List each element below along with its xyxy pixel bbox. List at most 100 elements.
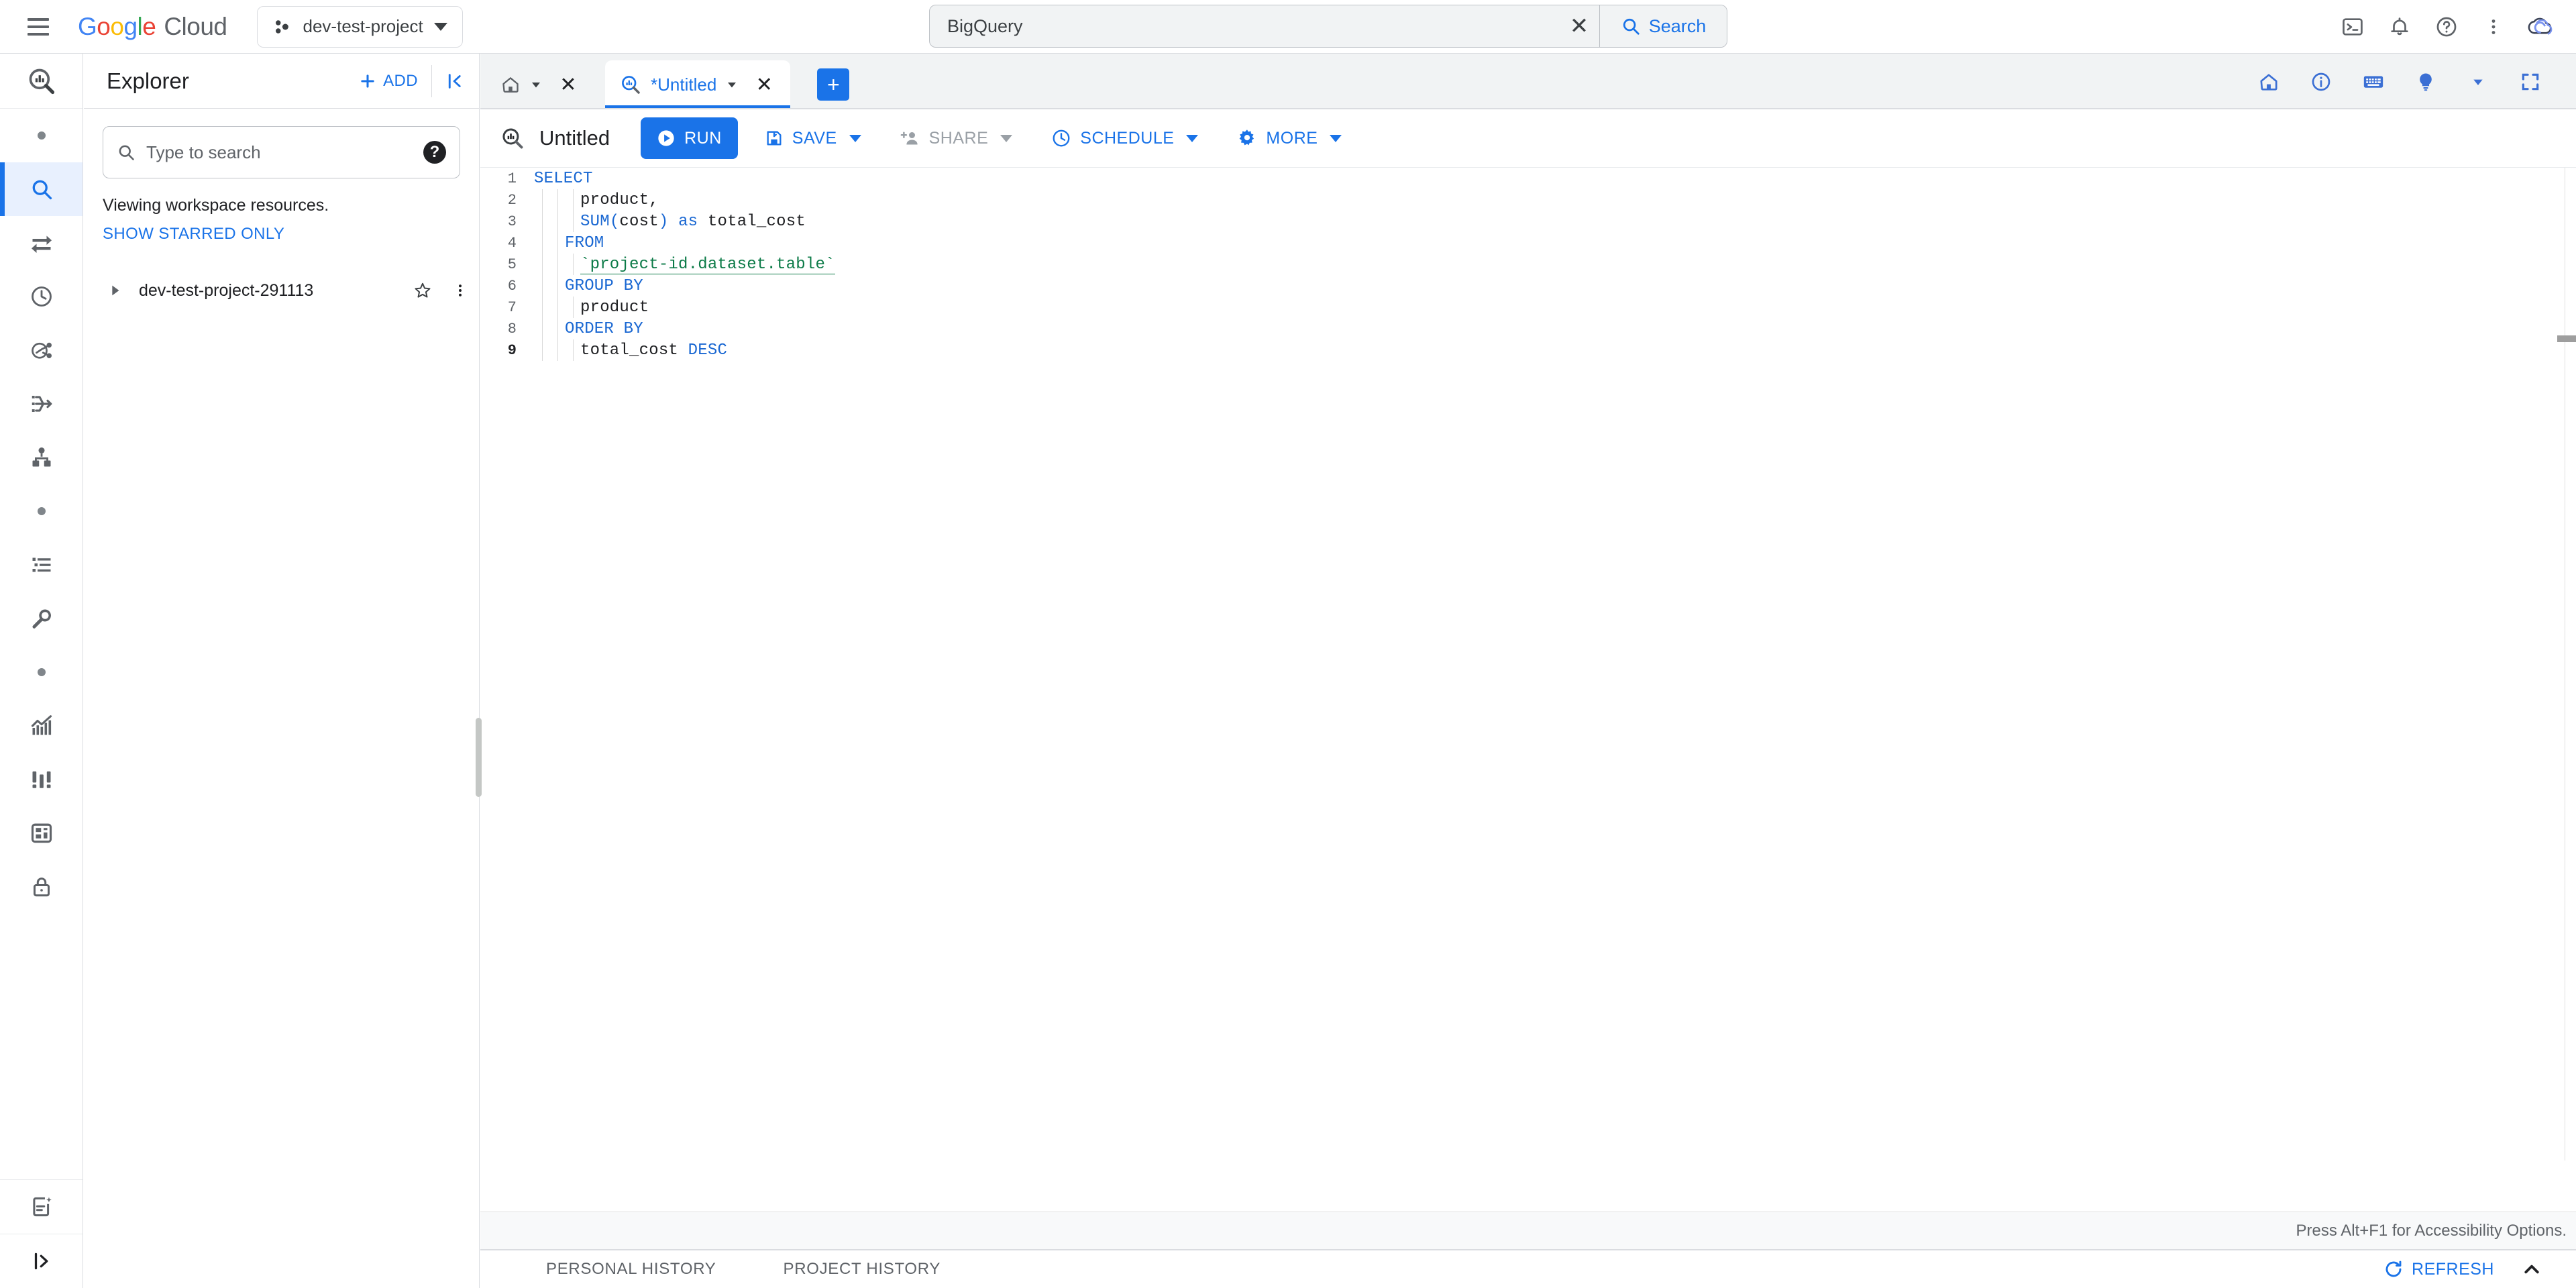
main-workspace: ✕ *Untitled ✕ + Untitled RUN SAVE SHARE … xyxy=(480,54,2576,1288)
plus-icon xyxy=(358,72,377,91)
close-icon[interactable]: ✕ xyxy=(747,68,781,101)
new-tab-button[interactable]: + xyxy=(817,68,850,101)
indent-guide-line xyxy=(557,232,558,254)
rail-item-analytics-hub[interactable] xyxy=(0,323,83,377)
google-cloud-logo[interactable]: Google Cloud xyxy=(78,13,227,41)
collapse-panel-icon[interactable] xyxy=(432,58,479,105)
close-icon[interactable]: ✕ xyxy=(551,68,585,101)
indent-guides xyxy=(527,318,558,339)
indent-guide-line xyxy=(573,297,574,318)
indent-space xyxy=(543,318,557,339)
rail-item-jobs[interactable] xyxy=(0,538,83,592)
code-line[interactable]: 4 FROM xyxy=(480,232,2565,254)
tab-personal-history[interactable]: PERSONAL HISTORY xyxy=(546,1260,716,1279)
explorer-search: ? xyxy=(103,126,460,178)
line-number: 7 xyxy=(507,299,517,316)
gear-icon xyxy=(1237,128,1257,148)
panel-resize-handle[interactable] xyxy=(476,718,482,797)
hamburger-menu-icon[interactable] xyxy=(19,7,58,46)
help-circle-icon[interactable] xyxy=(2426,6,2467,48)
star-outline-icon[interactable] xyxy=(404,272,441,309)
chevron-right-icon[interactable] xyxy=(96,272,133,309)
rail-item-admin[interactable] xyxy=(0,592,83,645)
more-button[interactable]: MORE xyxy=(1225,117,1354,159)
sql-code-editor[interactable]: 1 SELECT 2 product, 3 SUM(cost) as total_cost… xyxy=(480,167,2576,1249)
code-token: `project-id.dataset.table` xyxy=(580,255,835,274)
indent-guide-line xyxy=(573,189,574,211)
indent-space xyxy=(558,297,573,318)
home-icon xyxy=(500,74,521,95)
rail-item-dataform[interactable] xyxy=(0,431,83,484)
home-tab[interactable]: ✕ xyxy=(488,60,594,109)
tab-project-history[interactable]: PROJECT HISTORY xyxy=(784,1260,941,1279)
caret-down-icon[interactable] xyxy=(726,78,738,91)
search-icon xyxy=(1621,16,1641,36)
caret-down-icon[interactable] xyxy=(530,78,542,91)
explorer-header: Explorer ADD xyxy=(84,54,479,109)
rail-item-bi-engine[interactable] xyxy=(0,806,83,860)
line-number: 5 xyxy=(507,256,517,273)
code-line[interactable]: 8 ORDER BY xyxy=(480,318,2565,339)
search-button[interactable]: Search xyxy=(1599,5,1727,47)
save-button[interactable]: SAVE xyxy=(753,117,873,159)
bigquery-studio-icon[interactable] xyxy=(0,54,83,109)
lightbulb-caret-icon[interactable] xyxy=(2459,63,2497,101)
code-line[interactable]: 3 SUM(cost) as total_cost xyxy=(480,211,2565,232)
code-line[interactable]: 6 GROUP BY xyxy=(480,275,2565,297)
indent-guide-line xyxy=(573,211,574,232)
show-starred-only-button[interactable]: SHOW STARRED ONLY xyxy=(103,225,479,244)
code-text: total_cost DESC xyxy=(580,341,727,360)
help-filled-icon[interactable]: ? xyxy=(423,141,446,164)
rail-item-expand[interactable] xyxy=(0,1234,83,1288)
code-line[interactable]: 9 total_cost DESC xyxy=(480,339,2565,361)
rail-item-policy-tags[interactable] xyxy=(0,860,83,914)
rail-item-release-notes[interactable] xyxy=(0,1180,83,1234)
indent-space xyxy=(558,211,573,232)
rail-item-scheduled-queries[interactable] xyxy=(0,270,83,323)
code-lines-container[interactable]: 1 SELECT 2 product, 3 SUM(cost) as total_cost… xyxy=(480,168,2565,1161)
search-input[interactable] xyxy=(930,5,1559,47)
editor-scrollbar-thumb[interactable] xyxy=(2557,335,2576,342)
cloud-shell-icon[interactable] xyxy=(2332,6,2373,48)
explorer-search-input[interactable] xyxy=(146,142,413,163)
add-button[interactable]: ADD xyxy=(358,72,431,91)
refresh-icon xyxy=(2383,1259,2404,1279)
dot-glyph xyxy=(37,131,46,140)
more-vert-icon[interactable] xyxy=(2473,6,2514,48)
schedule-button[interactable]: SCHEDULE xyxy=(1039,117,1210,159)
notifications-bell-icon[interactable] xyxy=(2379,6,2420,48)
tree-item-project[interactable]: dev-test-project-291113 xyxy=(84,272,479,309)
rail-item-explorer[interactable] xyxy=(0,162,83,216)
clock-icon xyxy=(1051,128,1071,148)
bigquery-query-icon xyxy=(620,74,641,95)
code-line[interactable]: 1 SELECT xyxy=(480,168,2565,189)
code-token: total_cost xyxy=(580,341,688,360)
code-token: total_cost xyxy=(698,212,806,231)
share-button[interactable]: SHARE xyxy=(888,117,1025,159)
refresh-button[interactable]: REFRESH xyxy=(2383,1259,2494,1279)
clear-search-icon[interactable]: ✕ xyxy=(1559,5,1599,47)
query-tab[interactable]: *Untitled ✕ xyxy=(605,60,791,109)
info-circle-icon[interactable] xyxy=(2302,63,2340,101)
run-button[interactable]: RUN xyxy=(641,117,738,159)
rail-item-data-transfers[interactable] xyxy=(0,216,83,270)
rail-item-capacity[interactable] xyxy=(0,753,83,806)
code-line[interactable]: 5 `project-id.dataset.table` xyxy=(480,254,2565,275)
lightbulb-icon[interactable] xyxy=(2407,63,2445,101)
indent-space xyxy=(527,189,542,211)
line-number: 6 xyxy=(507,277,517,294)
account-avatar-icon[interactable] xyxy=(2520,6,2561,48)
more-button-label: MORE xyxy=(1266,128,1318,148)
code-line[interactable]: 7 product xyxy=(480,297,2565,318)
more-vert-icon[interactable] xyxy=(441,272,479,309)
fullscreen-icon[interactable] xyxy=(2512,63,2549,101)
chevron-up-icon[interactable] xyxy=(2517,1254,2546,1284)
code-line[interactable]: 2 product, xyxy=(480,189,2565,211)
rail-item-pipelines[interactable] xyxy=(0,377,83,431)
project-selector[interactable]: dev-test-project xyxy=(256,5,463,48)
keyboard-icon[interactable] xyxy=(2355,63,2392,101)
home-outline-icon[interactable] xyxy=(2250,63,2288,101)
rail-item-monitoring[interactable] xyxy=(0,699,83,753)
indent-space xyxy=(527,297,542,318)
indent-space xyxy=(527,275,542,297)
